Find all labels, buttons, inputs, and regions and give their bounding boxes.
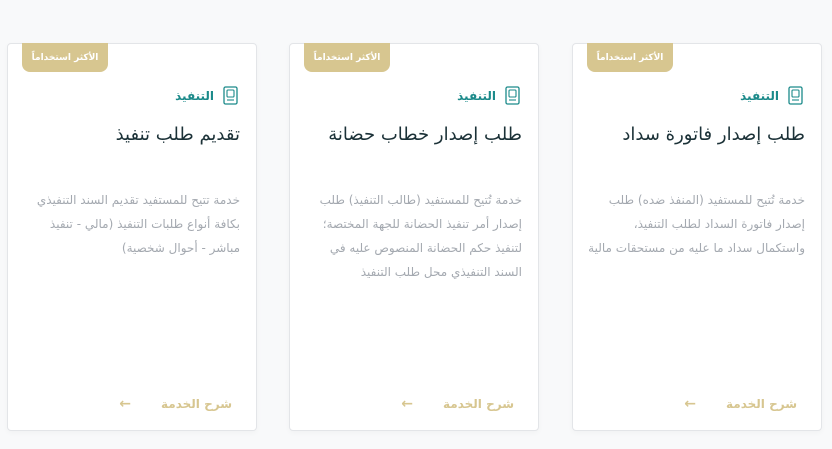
service-category: التنفيذ [457,86,522,106]
service-title[interactable]: طلب إصدار خطاب حضانة [304,124,522,145]
arrow-left-icon: ← [401,396,413,412]
category-label: التنفيذ [175,89,214,103]
document-icon [787,86,805,106]
service-description: خدمة تتيح للمستفيد تقديم السند التنفيذي … [36,193,240,255]
explain-label: شرح الخدمة [161,397,232,411]
explain-label: شرح الخدمة [726,397,797,411]
service-card-execution-request[interactable]: الأكثر استخداماً التنفيذ تقديم طلب تنفيذ… [7,43,257,431]
most-used-badge: الأكثر استخداماً [587,43,673,72]
category-label: التنفيذ [457,89,496,103]
service-card-payment-invoice[interactable]: الأكثر استخداماً التنفيذ طلب إصدار فاتور… [572,43,822,431]
service-title[interactable]: طلب إصدار فاتورة سداد [587,124,805,145]
service-category: التنفيذ [175,86,240,106]
service-card-custody-letter[interactable]: الأكثر استخداماً التنفيذ طلب إصدار خطاب … [289,43,539,431]
document-icon [504,86,522,106]
document-icon [222,86,240,106]
explain-service-link[interactable]: شرح الخدمة ← [119,397,232,411]
service-description: خدمة تُتيح للمستفيد (المنفذ ضده) طلب إصد… [588,193,805,255]
service-description: خدمة تُتيح للمستفيد (طالب التنفيذ) طلب إ… [319,193,522,279]
service-category: التنفيذ [740,86,805,106]
explain-service-link[interactable]: شرح الخدمة ← [401,397,514,411]
category-label: التنفيذ [740,89,779,103]
most-used-badge: الأكثر استخداماً [304,43,390,72]
explain-service-link[interactable]: شرح الخدمة ← [684,397,797,411]
arrow-left-icon: ← [119,396,131,412]
service-title[interactable]: تقديم طلب تنفيذ [22,124,240,145]
explain-label: شرح الخدمة [443,397,514,411]
most-used-badge: الأكثر استخداماً [22,43,108,72]
arrow-left-icon: ← [684,396,696,412]
